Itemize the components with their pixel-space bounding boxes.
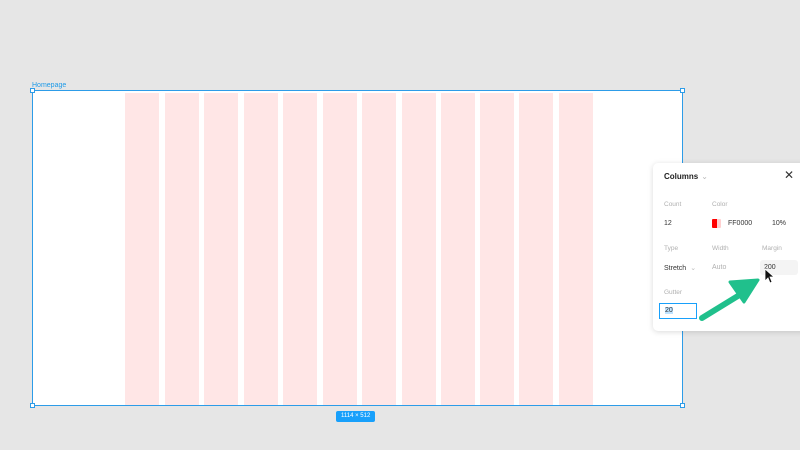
green-arrow-icon	[699, 278, 760, 321]
mouse-pointer-icon	[764, 268, 776, 284]
annotation-overlay	[699, 268, 776, 321]
